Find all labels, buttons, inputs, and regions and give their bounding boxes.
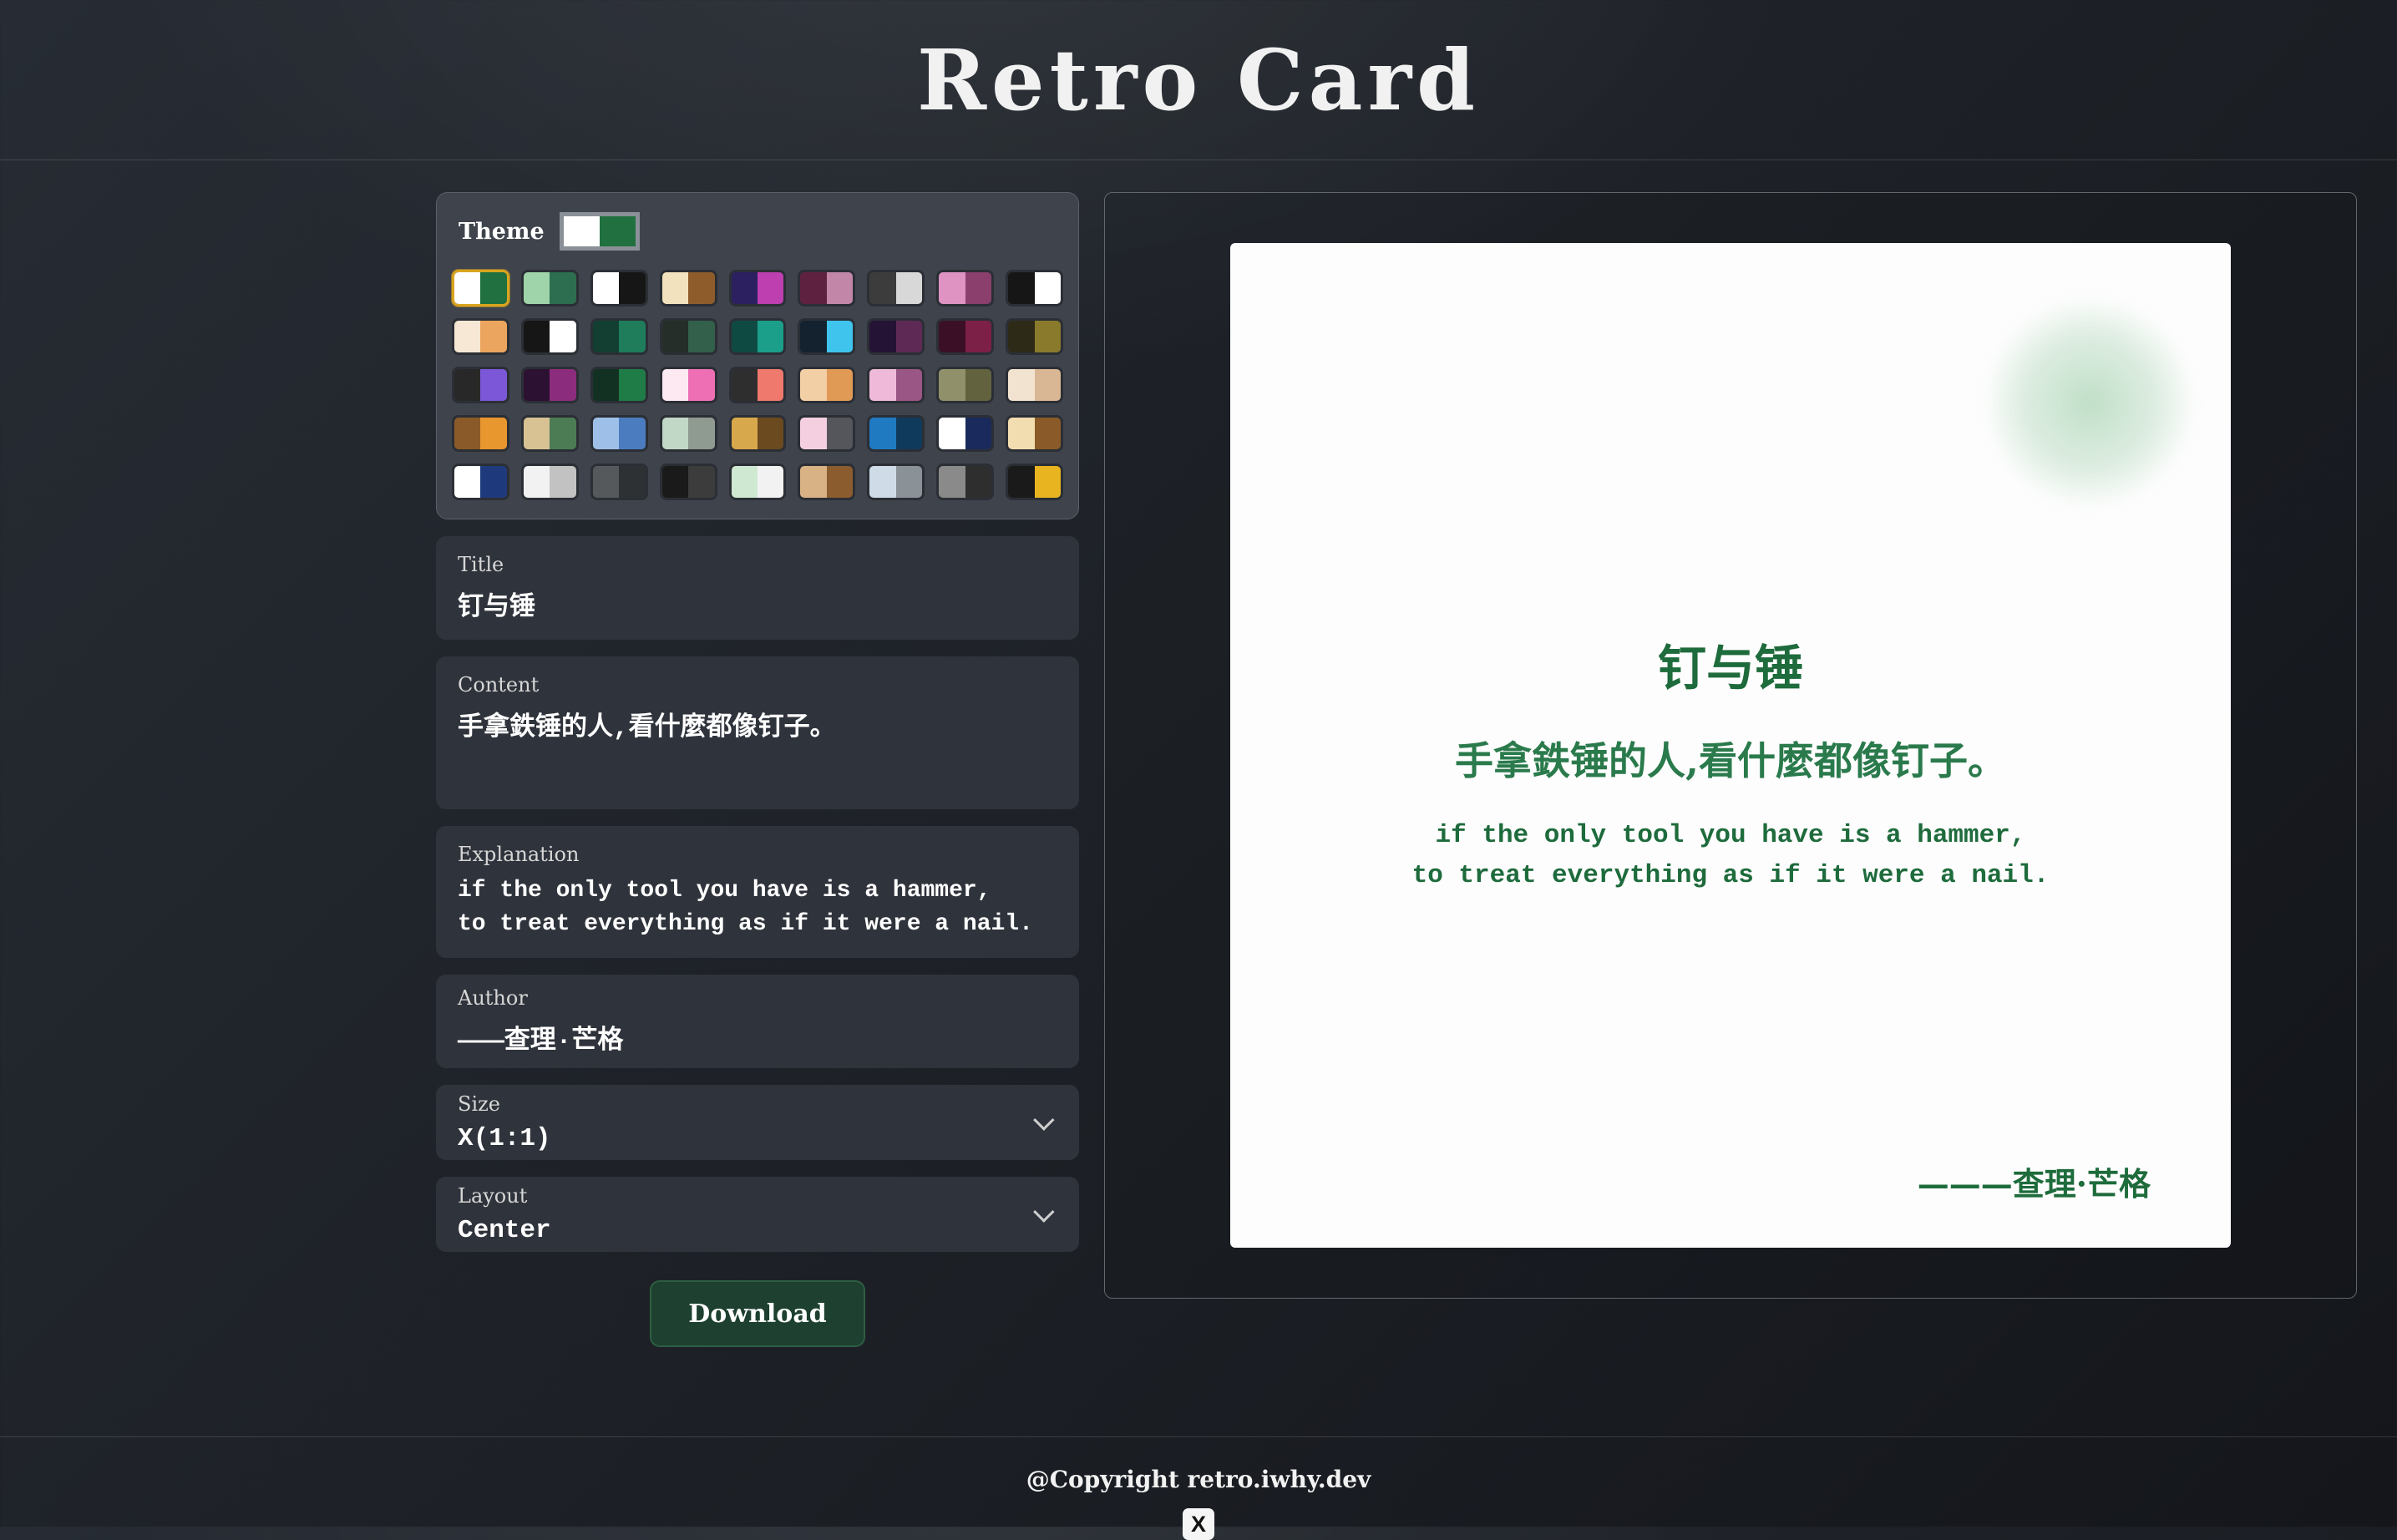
- app-header: Retro Card: [0, 0, 2397, 160]
- theme-swatch[interactable]: [1006, 318, 1063, 355]
- theme-swatch[interactable]: [590, 270, 648, 306]
- controls-panel: Theme Title 钉与锤 Content 手拿鉄锤的人,看什麼都像钉子。 …: [436, 192, 1079, 1347]
- content-field: Content 手拿鉄锤的人,看什麼都像钉子。: [436, 656, 1079, 809]
- theme-swatch[interactable]: [590, 464, 648, 500]
- layout-select-text: Layout Center: [458, 1184, 551, 1245]
- theme-swatch[interactable]: [728, 464, 787, 500]
- theme-swatch[interactable]: [659, 415, 717, 452]
- layout-select[interactable]: Layout Center: [436, 1177, 1079, 1252]
- layout-label: Layout: [458, 1183, 528, 1208]
- theme-swatch[interactable]: [452, 367, 509, 403]
- download-button[interactable]: Download: [650, 1280, 865, 1347]
- theme-swatch[interactable]: [452, 415, 509, 452]
- theme-swatch[interactable]: [590, 318, 648, 355]
- theme-swatch[interactable]: [936, 270, 995, 306]
- theme-swatch[interactable]: [867, 367, 925, 403]
- title-field: Title 钉与锤: [436, 536, 1079, 640]
- explanation-input[interactable]: if the only tool you have is a hammer, t…: [458, 874, 1057, 941]
- theme-swatch[interactable]: [728, 270, 787, 306]
- theme-swatch-grid: [452, 270, 1063, 500]
- theme-swatch[interactable]: [1006, 464, 1063, 500]
- retro-card-app: Retro Card Theme Title 钉与锤 Content 手拿鉄锤的: [0, 0, 2397, 1540]
- author-field: Author ———查理·芒格: [436, 975, 1079, 1068]
- theme-swatch[interactable]: [798, 367, 856, 403]
- theme-swatch[interactable]: [867, 318, 925, 355]
- theme-panel: Theme: [436, 192, 1079, 519]
- theme-swatch[interactable]: [520, 415, 579, 452]
- theme-swatch[interactable]: [659, 464, 717, 500]
- theme-swatch[interactable]: [936, 367, 995, 403]
- theme-swatch[interactable]: [452, 318, 509, 355]
- theme-swatch[interactable]: [798, 318, 856, 355]
- page-title: Retro Card: [916, 30, 1481, 129]
- author-label: Author: [458, 986, 528, 1010]
- theme-swatch[interactable]: [867, 415, 925, 452]
- theme-header: Theme: [452, 211, 1063, 251]
- theme-swatch[interactable]: [936, 318, 995, 355]
- theme-swatch[interactable]: [867, 270, 925, 306]
- app-footer: @Copyright retro.iwhy.dev X: [0, 1436, 2397, 1540]
- theme-swatch[interactable]: [798, 464, 856, 500]
- size-label: Size: [458, 1092, 500, 1116]
- theme-swatch[interactable]: [728, 367, 787, 403]
- theme-swatch[interactable]: [659, 270, 717, 306]
- theme-swatch[interactable]: [452, 270, 509, 306]
- content-label: Content: [458, 673, 540, 697]
- theme-swatch[interactable]: [590, 415, 648, 452]
- theme-swatch[interactable]: [452, 464, 509, 500]
- theme-swatch[interactable]: [728, 318, 787, 355]
- theme-label: Theme: [459, 218, 545, 245]
- preview-author: ———查理·芒格: [1917, 1165, 2151, 1203]
- explanation-label: Explanation: [458, 843, 580, 866]
- theme-swatch[interactable]: [728, 415, 787, 452]
- theme-swatch[interactable]: [1006, 415, 1063, 452]
- preview-card: 钉与锤 手拿鉄锤的人,看什麼都像钉子。 if the only tool you…: [1230, 243, 2231, 1248]
- theme-current-right-color: [599, 216, 636, 246]
- theme-swatch[interactable]: [798, 270, 856, 306]
- preview-title: 钉与锤: [1657, 640, 1803, 697]
- theme-swatch[interactable]: [1006, 270, 1063, 306]
- theme-swatch[interactable]: [936, 415, 995, 452]
- chevron-down-icon: [1033, 1201, 1055, 1223]
- title-input[interactable]: 钉与锤: [458, 585, 1057, 623]
- preview-panel: 钉与锤 手拿鉄锤的人,看什麼都像钉子。 if the only tool you…: [1104, 192, 2357, 1299]
- preview-explanation: if the only tool you have is a hammer, t…: [1411, 821, 2050, 890]
- chevron-down-icon: [1033, 1109, 1055, 1131]
- main-area: Theme Title 钉与锤 Content 手拿鉄锤的人,看什麼都像钉子。 …: [0, 160, 2397, 1347]
- theme-swatch[interactable]: [520, 464, 579, 500]
- x-logo-glyph: X: [1190, 1511, 1206, 1537]
- size-value: X(1:1): [458, 1123, 551, 1153]
- author-input[interactable]: ———查理·芒格: [458, 1018, 1057, 1056]
- theme-swatch[interactable]: [520, 367, 579, 403]
- theme-swatch[interactable]: [659, 367, 717, 403]
- theme-swatch[interactable]: [798, 415, 856, 452]
- theme-swatch[interactable]: [520, 270, 579, 306]
- theme-swatch[interactable]: [659, 318, 717, 355]
- x-logo-icon[interactable]: X: [1183, 1508, 1214, 1540]
- theme-swatch[interactable]: [936, 464, 995, 500]
- title-label: Title: [458, 553, 504, 576]
- copyright-text: @Copyright retro.iwhy.dev: [1026, 1466, 1371, 1493]
- theme-swatch[interactable]: [520, 318, 579, 355]
- preview-text-block: 钉与锤 手拿鉄锤的人,看什麼都像钉子。 if the only tool you…: [1230, 243, 2231, 896]
- theme-swatch[interactable]: [867, 464, 925, 500]
- size-select[interactable]: Size X(1:1): [436, 1085, 1079, 1160]
- content-input[interactable]: 手拿鉄锤的人,看什麼都像钉子。: [458, 705, 1057, 743]
- theme-swatch[interactable]: [590, 367, 648, 403]
- theme-current-left-color: [563, 216, 600, 246]
- theme-current-swatch: [559, 212, 640, 251]
- theme-swatch[interactable]: [1006, 367, 1063, 403]
- explanation-field: Explanation if the only tool you have is…: [436, 826, 1079, 958]
- layout-value: Center: [458, 1215, 551, 1245]
- preview-content: 手拿鉄锤的人,看什麼都像钉子。: [1454, 738, 2006, 783]
- size-select-text: Size X(1:1): [458, 1092, 551, 1153]
